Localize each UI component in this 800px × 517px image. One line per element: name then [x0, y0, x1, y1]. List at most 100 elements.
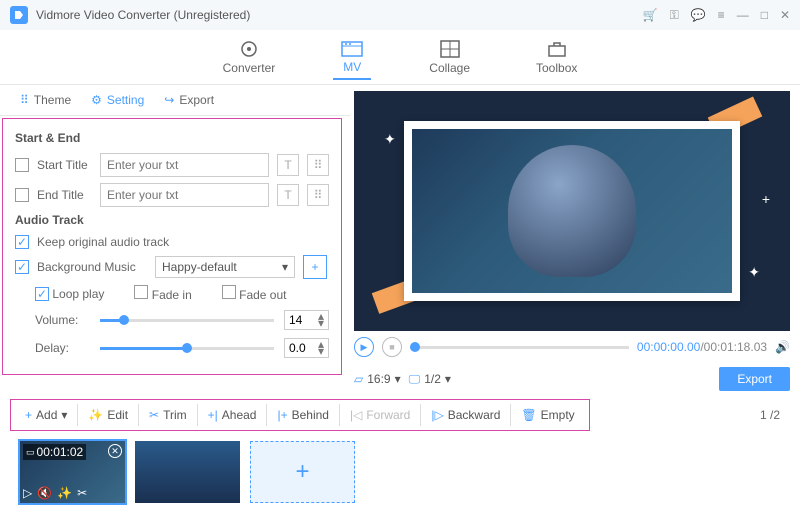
stop-button[interactable]: ■ — [382, 337, 402, 357]
cart-icon[interactable]: 🛒 — [643, 8, 658, 23]
fadein-checkbox[interactable] — [134, 285, 148, 299]
start-text-grid-button[interactable]: ⠿ — [307, 154, 329, 176]
tab-converter[interactable]: Converter — [215, 36, 284, 79]
page-value: 1/2 — [424, 372, 441, 386]
subtabs: ⠿Theme ⚙Setting ↪Export — [0, 85, 350, 116]
preview-bottombar: ▱ 16:9 ▾ 🖵 1/2 ▾ Export — [354, 363, 790, 395]
export-button[interactable]: Export — [719, 367, 790, 391]
subtab-export-label: Export — [179, 93, 214, 107]
thumbnail-strip: ▭ 00:01:02 ✕ ▷ 🔇 ✨ ✂ + — [0, 435, 800, 509]
start-title-checkbox[interactable] — [15, 158, 29, 172]
pager: 1 /2 — [600, 408, 800, 422]
keep-original-checkbox[interactable]: ✓ — [15, 235, 29, 249]
toolbox-icon — [546, 40, 568, 58]
add-label: Add — [36, 408, 57, 422]
theme-icon: ⠿ — [20, 93, 29, 107]
plus-icon: + — [25, 408, 32, 422]
tab-collage-label: Collage — [429, 61, 470, 75]
edit-label: Edit — [107, 408, 128, 422]
trim-label: Trim — [163, 408, 187, 422]
tab-converter-label: Converter — [223, 61, 276, 75]
start-text-style-button[interactable]: T — [277, 154, 299, 176]
clip-thumbnail[interactable]: ▭ 00:01:02 ✕ ▷ 🔇 ✨ ✂ — [20, 441, 125, 503]
maximize-icon[interactable]: □ — [761, 8, 768, 23]
volume-icon[interactable]: 🔊 — [775, 340, 790, 354]
duration-value: 00:01:02 — [37, 445, 84, 459]
aspect-icon: ▱ — [354, 372, 363, 386]
ahead-button[interactable]: +|Ahead — [198, 404, 268, 426]
play-icon[interactable]: ▷ — [23, 486, 32, 500]
time-display: 00:00:00.00/00:01:18.03 — [637, 340, 767, 354]
main-tabs: Converter MV Collage Toolbox — [0, 30, 800, 85]
volume-input[interactable]: 14▴▾ — [284, 310, 329, 330]
behind-button[interactable]: |+ Behind — [267, 404, 340, 426]
clip-thumbnail[interactable] — [135, 441, 240, 503]
loop-checkbox[interactable]: ✓ — [35, 287, 49, 301]
page-select[interactable]: 🖵 1/2 ▾ — [409, 372, 451, 387]
backward-button[interactable]: |▷Backward — [421, 404, 511, 426]
behind-icon: |+ — [277, 408, 287, 422]
wand-icon: ✨ — [88, 408, 103, 422]
edit-clip-icon[interactable]: ✨ — [57, 486, 72, 500]
clip-toolbar: +Add ▾ ✨Edit ✂Trim +|Ahead |+Behind |◁Fo… — [10, 399, 590, 431]
settings-panel: Start & End Start Title T ⠿ End Title T … — [2, 118, 342, 375]
tab-toolbox[interactable]: Toolbox — [528, 36, 585, 79]
bg-music-value: Happy-default — [162, 260, 237, 274]
end-title-checkbox[interactable] — [15, 188, 29, 202]
chevron-down-icon: ▾ — [395, 372, 401, 386]
chevron-down-icon: ▾ — [445, 372, 451, 386]
tab-mv[interactable]: MV — [333, 35, 371, 80]
end-title-label: End Title — [37, 188, 92, 202]
mute-icon[interactable]: 🔇 — [37, 486, 52, 500]
forward-icon: |◁ — [350, 408, 362, 422]
trash-icon: 🗑 — [521, 408, 536, 422]
titlebar: Vidmore Video Converter (Unregistered) 🛒… — [0, 0, 800, 30]
subtab-setting[interactable]: ⚙Setting — [91, 93, 144, 107]
menu-icon[interactable]: ≡ — [718, 8, 725, 23]
subtab-setting-label: Setting — [107, 93, 144, 107]
end-text-grid-button[interactable]: ⠿ — [307, 184, 329, 206]
volume-value: 14 — [289, 313, 302, 327]
video-preview[interactable]: ✦ ✦ + — [354, 91, 790, 331]
start-end-title: Start & End — [15, 131, 329, 145]
minimize-icon[interactable]: — — [737, 8, 749, 23]
bg-music-checkbox[interactable]: ✓ — [15, 260, 29, 274]
behind-label: Behind — [292, 408, 329, 422]
delay-input[interactable]: 0.0▴▾ — [284, 338, 329, 358]
trim-button[interactable]: ✂Trim — [139, 404, 198, 426]
fadeout-label: Fade out — [239, 288, 286, 302]
volume-slider[interactable] — [100, 319, 274, 322]
audio-track-title: Audio Track — [15, 213, 329, 227]
key-icon[interactable]: ⚿ — [670, 8, 679, 23]
end-text-style-button[interactable]: T — [277, 184, 299, 206]
time-total: /00:01:18.03 — [700, 340, 767, 354]
delay-slider[interactable] — [100, 347, 274, 350]
end-title-input[interactable] — [100, 183, 269, 207]
close-icon[interactable]: ✕ — [780, 8, 790, 23]
backward-label: Backward — [448, 408, 501, 422]
bg-music-label: Background Music — [37, 260, 147, 274]
remove-clip-button[interactable]: ✕ — [108, 444, 122, 458]
tab-toolbox-label: Toolbox — [536, 61, 577, 75]
bg-music-select[interactable]: Happy-default ▾ — [155, 256, 295, 278]
tab-collage[interactable]: Collage — [421, 36, 478, 79]
fadeout-checkbox[interactable] — [222, 285, 236, 299]
edit-button[interactable]: ✨ Edit — [78, 404, 139, 426]
keep-original-label: Keep original audio track — [37, 235, 169, 249]
play-button[interactable]: ▶ — [354, 337, 374, 357]
forward-label: Forward — [366, 408, 410, 422]
feedback-icon[interactable]: 💬 — [691, 8, 706, 23]
time-current: 00:00:00.00 — [637, 340, 700, 354]
start-title-input[interactable] — [100, 153, 269, 177]
aspect-ratio-select[interactable]: ▱ 16:9 ▾ — [354, 372, 401, 386]
add-music-button[interactable]: + — [303, 255, 327, 279]
progress-slider[interactable] — [410, 346, 629, 349]
empty-button[interactable]: 🗑Empty — [511, 404, 584, 426]
forward-button[interactable]: |◁ Forward — [340, 404, 421, 426]
add-button[interactable]: +Add ▾ — [15, 404, 78, 426]
subtab-theme[interactable]: ⠿Theme — [20, 93, 71, 107]
tab-mv-label: MV — [343, 60, 361, 74]
trim-clip-icon[interactable]: ✂ — [77, 486, 87, 500]
add-clip-button[interactable]: + — [250, 441, 355, 503]
subtab-export[interactable]: ↪Export — [164, 93, 214, 107]
